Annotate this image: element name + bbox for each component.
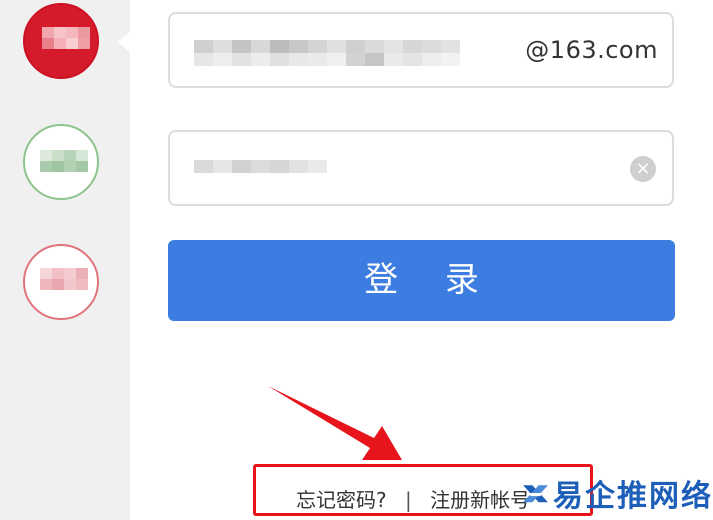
avatar-pixelated <box>40 150 88 172</box>
password-field[interactable]: × <box>168 130 674 206</box>
account-avatar-active[interactable] <box>23 3 99 79</box>
account-sidebar <box>0 0 130 520</box>
watermark-text: 易企推网络 <box>553 479 713 514</box>
account-avatar-green[interactable] <box>23 124 99 200</box>
login-button[interactable]: 登 录 <box>168 240 675 321</box>
password-pixelated-text <box>194 160 327 173</box>
annotation-arrow <box>268 386 402 460</box>
clear-icon[interactable]: × <box>630 156 656 182</box>
watermark: 易企推网络 <box>520 470 713 516</box>
username-pixelated-text <box>194 40 460 66</box>
avatar-pixelated <box>42 27 90 49</box>
login-page: @163.com × 登 录 忘记密码? | 注册新帐号 易企推网络 <box>0 0 713 520</box>
active-account-pointer <box>117 32 130 52</box>
avatar-pixelated <box>40 268 88 290</box>
watermark-logo-icon <box>523 485 548 503</box>
username-field[interactable]: @163.com <box>168 12 674 88</box>
email-domain-suffix: @163.com <box>525 36 658 64</box>
account-avatar-red[interactable] <box>23 244 99 320</box>
